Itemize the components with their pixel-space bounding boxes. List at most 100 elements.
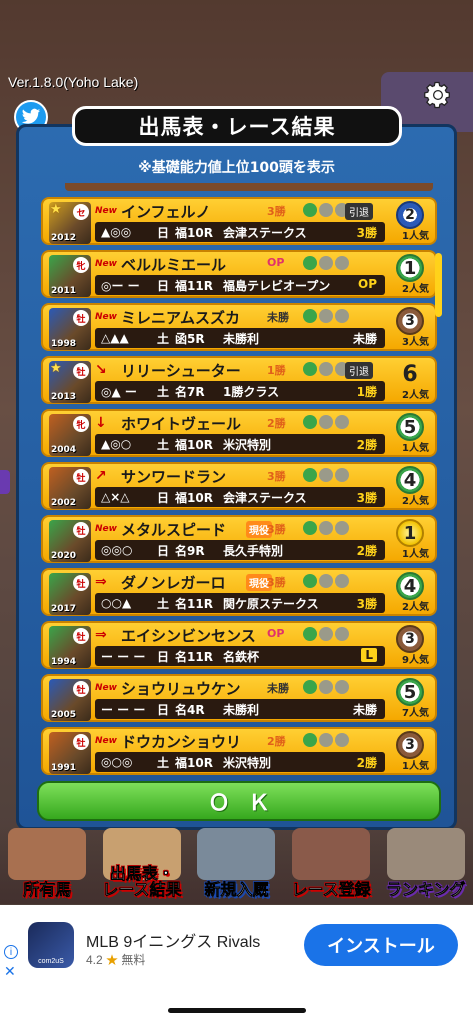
race-course: 福10R (175, 225, 213, 240)
settings-button[interactable] (421, 78, 455, 112)
modal-title: 出馬表・レース結果 (138, 115, 336, 139)
birth-year: 2002 (51, 498, 77, 508)
ok-button[interactable]: ＯＫ (37, 781, 441, 821)
status-icons (303, 733, 349, 747)
sex-badge: 牝 (73, 257, 89, 273)
horseshoe-icon (319, 521, 333, 535)
race-course: 名11R (175, 596, 213, 611)
nav-item[interactable]: レース登録 (286, 828, 376, 898)
birth-year: 1991 (51, 763, 77, 773)
popularity: 1人気 (402, 761, 429, 772)
nav-item[interactable]: 所有馬 (2, 828, 92, 898)
birth-year: 2017 (51, 604, 77, 614)
horse-row[interactable]: 牡 1998 New ミレニアムスズカ 未勝 △▲▲ 土 函5R 未勝利 未勝 … (41, 303, 437, 351)
horse-name: リリーシューター (121, 361, 241, 380)
horse-class: 1勝 (267, 364, 286, 377)
prediction-marks: ー ー ー (101, 702, 146, 717)
horse-class: OP (267, 256, 285, 269)
new-badge: New (95, 259, 117, 269)
horse-portrait: 牡 2017 (49, 573, 91, 615)
new-badge: New (95, 736, 117, 746)
prediction-marks: ◎ー ー (101, 278, 140, 293)
rank-number: 3 (396, 731, 424, 759)
nav-item[interactable]: 新規入厩 (191, 828, 281, 898)
nav-item-image (8, 828, 87, 880)
horse-row[interactable]: ★ 牡 2013 ↘ リリーシューター 1勝 引退 ◎▲ ー 土 名7R 1勝ク… (41, 356, 437, 404)
birth-year: 2011 (51, 286, 77, 296)
race-grade: 2勝 (356, 544, 377, 558)
prediction-marks: △×△ (101, 490, 130, 504)
prediction-marks: △▲▲ (101, 331, 129, 345)
list-top-edge (65, 183, 433, 191)
horseshoe-icon (319, 203, 333, 217)
horseshoe-icon (335, 521, 349, 535)
status-icons (303, 415, 349, 429)
scrollbar[interactable] (435, 253, 442, 317)
horse-row[interactable]: 牡 2002 ↗ サンワードラン 3勝 △×△ 日 福10R 会津ステークス 3… (41, 462, 437, 510)
leaf-icon (303, 468, 317, 482)
prediction-marks: ◎▲ ー (101, 384, 137, 399)
rank-badge: 1 (391, 519, 429, 547)
prediction-marks: ー ー ー (101, 649, 146, 664)
rank-number: 3 (396, 625, 424, 653)
sex-badge: セ (73, 204, 89, 220)
rank-badge: 3 (391, 731, 429, 759)
horse-name: エイシンビンセンス (121, 626, 256, 645)
race-grade: 1勝 (356, 385, 377, 399)
race-grade: 2勝 (356, 756, 377, 770)
status-icons (303, 309, 349, 323)
horseshoe-icon (319, 680, 333, 694)
sex-badge: 牡 (73, 310, 89, 326)
horse-row[interactable]: 牡 2020 New メタルスピード 現役 3勝 ◎◎○ 日 名9R 長久手特別… (41, 515, 437, 563)
horse-row[interactable]: 牡 2017 ⇒ ダノンレガーロ 現役 3勝 ○○▲ 土 名11R 関ケ原ステー… (41, 568, 437, 616)
rank-number: 1 (396, 254, 424, 282)
race-day: 土 (157, 596, 170, 611)
horseshoe-icon (319, 362, 333, 376)
horse-row[interactable]: 牡 2005 New ショウリュウケン 未勝 ー ー ー 日 名4R 未勝利 未… (41, 674, 437, 722)
horse-name: メタルスピード (121, 520, 227, 539)
horseshoe-icon (335, 309, 349, 323)
race-course: 福10R (175, 490, 213, 505)
rank-badge: 6 (391, 360, 429, 388)
sex-badge: 牝 (73, 416, 89, 432)
ad-close-icon[interactable]: ✕ (4, 963, 16, 980)
ad-banner[interactable]: i ✕ com2uS MLB 9イニングス Rivals 4.2 ★ 無料 イン… (0, 905, 473, 985)
ad-install-button[interactable]: インストール (304, 924, 458, 966)
prediction-marks: ◎◎○ (101, 543, 133, 557)
horse-row[interactable]: 牝 2004 ↓ ホワイトヴェール 2勝 ▲◎○ 土 福10R 米沢特別 2勝 … (41, 409, 437, 457)
leaf-icon (303, 574, 317, 588)
race-day: 日 (157, 543, 170, 558)
horse-row[interactable]: 牝 2011 New ベルルミエール OP ◎ー ー 日 福11R 福島テレビオ… (41, 250, 437, 298)
horse-portrait: 牡 2002 (49, 467, 91, 509)
rank-number: 6 (402, 361, 418, 387)
race-course: 福10R (175, 437, 213, 452)
horseshoe-icon (335, 468, 349, 482)
horse-row[interactable]: ★ セ 2012 New インフェルノ 3勝 引退 ▲◎◎ 日 福10R 会津ス… (41, 197, 437, 245)
horseshoe-icon (335, 574, 349, 588)
popularity: 7人気 (402, 708, 429, 719)
rank-badge: 5 (391, 413, 429, 441)
ad-icon-text: com2uS (38, 958, 64, 965)
nav-item[interactable]: 出馬表・ レース結果 (97, 828, 187, 898)
ad-app-icon[interactable]: com2uS (28, 922, 74, 968)
horse-name: インフェルノ (121, 202, 211, 221)
sex-badge: 牡 (73, 575, 89, 591)
nav-item[interactable]: ランキング (381, 828, 471, 898)
ad-app-name[interactable]: MLB 9イニングス Rivals (86, 928, 260, 952)
horse-row[interactable]: 牡 1994 ⇒ エイシンビンセンス OP ー ー ー 日 名11R 名鉄杯 L… (41, 621, 437, 669)
horse-portrait: 牝 2011 (49, 255, 91, 297)
status-icons (303, 680, 349, 694)
horseshoe-icon (335, 733, 349, 747)
race-info-bar: ◎ー ー 日 福11R 福島テレビオープン OP (95, 275, 385, 295)
horse-name: サンワードラン (121, 467, 227, 486)
horse-list[interactable]: ★ セ 2012 New インフェルノ 3勝 引退 ▲◎◎ 日 福10R 会津ス… (41, 183, 441, 775)
ad-info-icon[interactable]: i (4, 945, 18, 959)
race-grade: 3勝 (356, 597, 377, 611)
horse-row[interactable]: 牡 1991 New ドウカンショウリ 2勝 ◎○◎ 土 福10R 米沢特別 2… (41, 727, 437, 775)
rank-badge: 5 (391, 678, 429, 706)
horse-name: ドウカンショウリ (121, 732, 242, 751)
race-info-bar: ー ー ー 日 名4R 未勝利 未勝 (95, 699, 385, 719)
horse-portrait: 牝 2004 (49, 414, 91, 456)
side-tab (0, 470, 10, 494)
popularity: 1人気 (402, 443, 429, 454)
